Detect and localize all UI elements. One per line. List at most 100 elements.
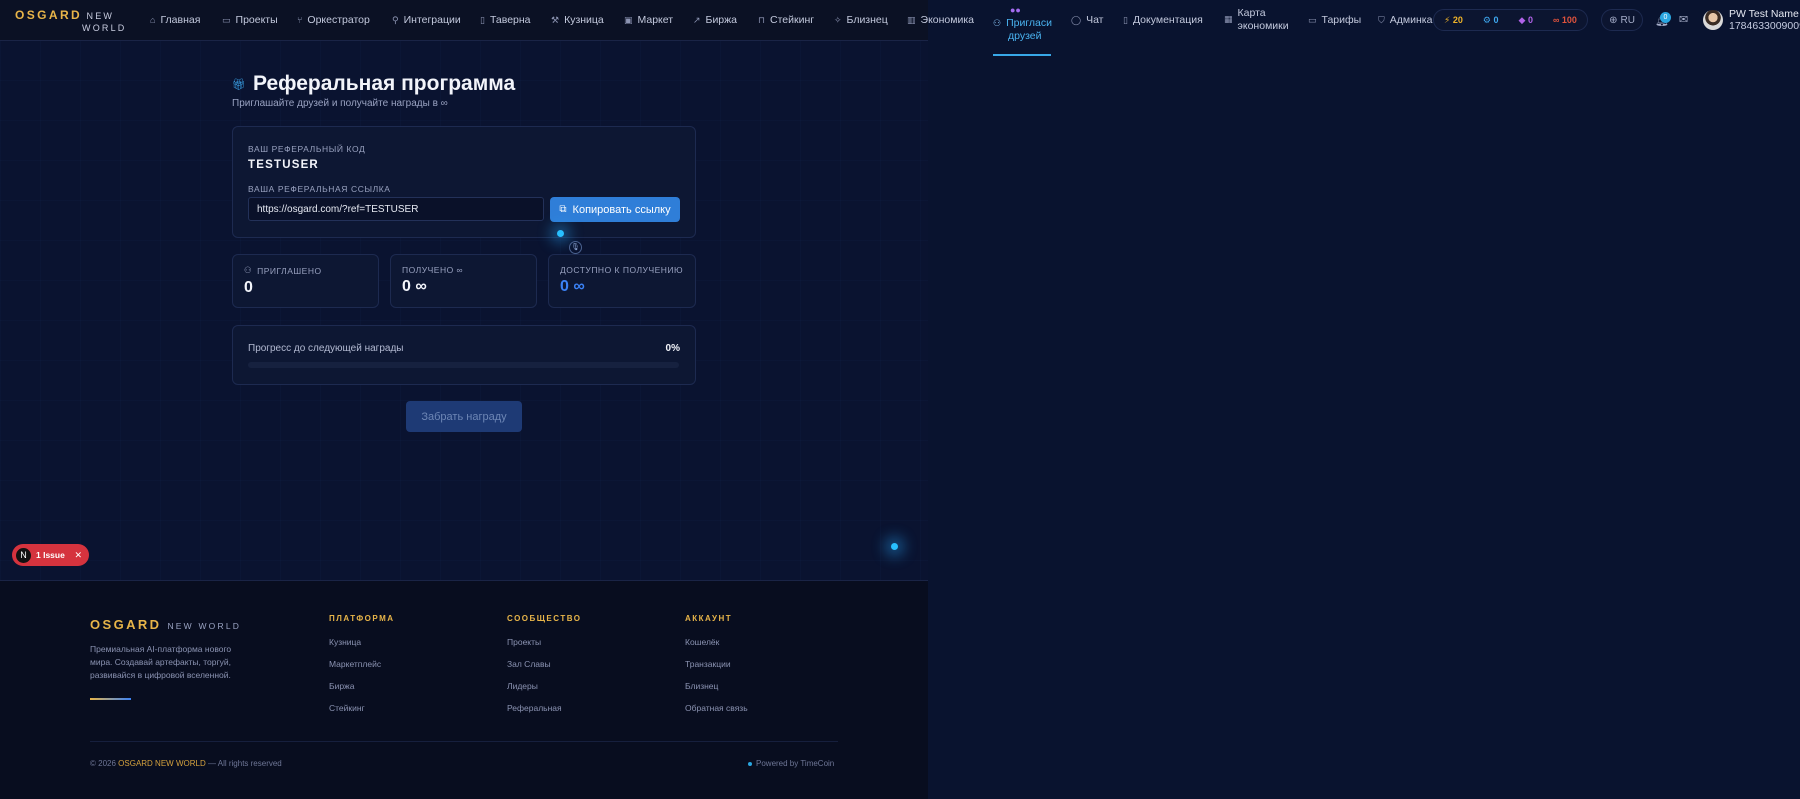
user-icon: ⚇ — [993, 18, 1002, 28]
footer-description: Премиальная AI-платформа нового мира. Со… — [90, 644, 232, 680]
page-title: Реферальная программа — [252, 72, 516, 95]
energy-stat: ⚡ 20 — [1444, 14, 1463, 25]
referral-code-label: ВАШ РЕФЕРАЛЬНЫЙ КОД — [248, 144, 366, 154]
microphone-icon[interactable]: 🎙︎ — [569, 241, 582, 254]
hammer-icon: ⚒ — [551, 14, 560, 25]
nav-twin[interactable]: ✧ Близнец — [834, 14, 888, 26]
referral-code: TESTUSER — [248, 159, 319, 171]
footer-divider — [90, 741, 838, 742]
footer-link[interactable]: Маркетплейс — [329, 659, 395, 669]
invited-count: 0 — [244, 279, 253, 296]
nav-exchange[interactable]: ↗ Биржа — [693, 14, 737, 26]
nav-chat[interactable]: ◯ Чат — [1071, 14, 1104, 26]
nav-docs[interactable]: ▯ Документация — [1123, 14, 1203, 26]
users-icon: ⚇ — [244, 265, 253, 275]
footer-column-community: СООБЩЕСТВО Проекты Зал Славы Лидеры Рефе… — [507, 614, 582, 713]
shop-icon: ▣ — [624, 14, 633, 25]
notification-badge: 0 — [1660, 12, 1671, 23]
nav-integrations[interactable]: ⚲ Интеграции — [392, 14, 461, 26]
plug-icon: ⚲ — [392, 14, 399, 25]
avatar[interactable] — [1703, 10, 1723, 30]
copyright: © 2026 OSGARD NEW WORLD — All rights res… — [90, 759, 282, 768]
received-stat-card: ПОЛУЧЕНО ∞ 0 ∞ — [390, 254, 537, 308]
gem-stat: ◆ 0 — [1518, 14, 1533, 25]
card-icon: ▭ — [1308, 14, 1317, 25]
app-logo[interactable]: OSGARD NEW WORLD — [15, 9, 127, 34]
copy-link-button[interactable]: ⧉ Копировать ссылку — [550, 197, 680, 222]
page-subtitle: Приглашайте друзей и получайте награды в… — [232, 98, 448, 109]
nav-orchestrator[interactable]: ⑂ Оркестратор — [297, 14, 370, 26]
lock-icon: ⊓ — [758, 14, 766, 25]
progress-card: Прогресс до следующей награды 0% — [232, 325, 696, 385]
available-amount: 0 ∞ — [560, 278, 585, 295]
nav-tariffs[interactable]: ▭ Тарифы — [1308, 14, 1361, 26]
footer-link[interactable]: Кузница — [329, 637, 395, 647]
referral-link-input[interactable] — [248, 197, 544, 221]
glow-particle — [891, 543, 898, 550]
footer-link[interactable]: Обратная связь — [685, 703, 748, 713]
nav-tavern[interactable]: ▯ Таверна — [480, 14, 531, 26]
user-name: PW Test Name — [1729, 8, 1799, 20]
nav-staking[interactable]: ⊓ Стейкинг — [758, 14, 814, 26]
language-selector[interactable]: ⊕ RU — [1601, 9, 1643, 31]
glow-particle — [557, 230, 564, 237]
shield-icon: ⛉ — [1378, 14, 1385, 25]
progress-label: Прогресс до следующей награды — [248, 343, 404, 354]
footer-link[interactable]: Стейкинг — [329, 703, 395, 713]
received-amount: 0 ∞ — [402, 278, 427, 295]
page-header: 🎁︎ Реферальная программа — [232, 72, 515, 96]
footer: OSGARD NEW WORLD Премиальная AI-платформа… — [0, 580, 928, 799]
right-background — [928, 0, 1800, 799]
footer-link[interactable]: Лидеры — [507, 681, 582, 691]
folder-icon: ▭ — [222, 14, 231, 25]
footer-link[interactable]: Кошелёк — [685, 637, 748, 647]
branch-icon: ⑂ — [297, 15, 303, 25]
issue-badge[interactable]: N 1 Issue ✕ — [12, 544, 89, 566]
nav-home[interactable]: ⌂ Главная — [150, 14, 200, 26]
map-icon: ▦ — [1224, 14, 1233, 24]
globe-icon: ⊕ — [1609, 14, 1618, 26]
footer-link[interactable]: Проекты — [507, 637, 582, 647]
home-icon: ⌂ — [150, 15, 156, 25]
nav-forge[interactable]: ⚒ Кузница — [551, 14, 604, 26]
coin-stat: ⚙ 0 — [1482, 14, 1499, 25]
trend-icon: ↗ — [693, 14, 701, 25]
book-icon: ▯ — [1123, 14, 1128, 25]
nav-economy[interactable]: ▥ Экономика — [907, 14, 974, 26]
copy-icon: ⧉ — [559, 204, 567, 215]
users-icon: ●● — [1010, 5, 1021, 15]
footer-link[interactable]: Зал Славы — [507, 659, 582, 669]
nav-invite-friends[interactable]: ●● ⚇ Пригласи друзей — [993, 4, 1052, 43]
footer-link[interactable]: Близнец — [685, 681, 748, 691]
status-dot-icon — [748, 761, 752, 766]
nav-market[interactable]: ▣ Маркет — [624, 14, 673, 26]
referral-card: ВАШ РЕФЕРАЛЬНЫЙ КОД TESTUSER ВАША РЕФЕРА… — [232, 126, 696, 238]
footer-link[interactable]: Транзакции — [685, 659, 748, 669]
user-info[interactable]: PW Test Name 1784633009009 — [1729, 8, 1800, 32]
footer-column-account: АККАУНТ Кошелёк Транзакции Близнец Обрат… — [685, 614, 748, 713]
claim-reward-button[interactable]: Забрать награду — [406, 401, 522, 432]
sparkle-icon: ✧ — [834, 14, 842, 25]
footer-logo[interactable]: OSGARD NEW WORLD — [90, 616, 241, 634]
available-stat-card: ДОСТУПНО К ПОЛУЧЕНИЮ 0 ∞ — [548, 254, 696, 308]
invited-stat-card: ⚇ ПРИГЛАШЕНО 0 — [232, 254, 379, 308]
footer-link[interactable]: Реферальная — [507, 703, 582, 713]
nav-admin[interactable]: ⛉ Админка — [1378, 14, 1432, 26]
nav-active-indicator — [993, 54, 1051, 56]
close-icon[interactable]: ✕ — [74, 550, 85, 561]
infinity-stat: ∞ 100 — [1552, 15, 1577, 25]
footer-accent-line — [90, 698, 131, 700]
mail-icon[interactable]: ✉ — [1679, 13, 1688, 26]
footer-column-platform: ПЛАТФОРМА Кузница Маркетплейс Биржа Стей… — [329, 614, 395, 713]
progress-percent: 0% — [665, 343, 680, 354]
powered-by[interactable]: Powered by TimeCoin — [748, 759, 834, 768]
mug-icon: ▯ — [480, 14, 485, 25]
nav-economy-map[interactable]: ▦ Карта экономики — [1224, 7, 1289, 33]
balance-stats[interactable]: ⚡ 20 ⚙ 0 ◆ 0 ∞ 100 — [1433, 9, 1588, 31]
chat-icon: ◯ — [1071, 14, 1082, 25]
next-logo-icon: N — [16, 547, 31, 563]
progress-bar — [248, 362, 679, 368]
referral-link-label: ВАША РЕФЕРАЛЬНАЯ ССЫЛКА — [248, 184, 391, 194]
footer-link[interactable]: Биржа — [329, 681, 395, 691]
nav-projects[interactable]: ▭ Проекты — [222, 14, 278, 26]
